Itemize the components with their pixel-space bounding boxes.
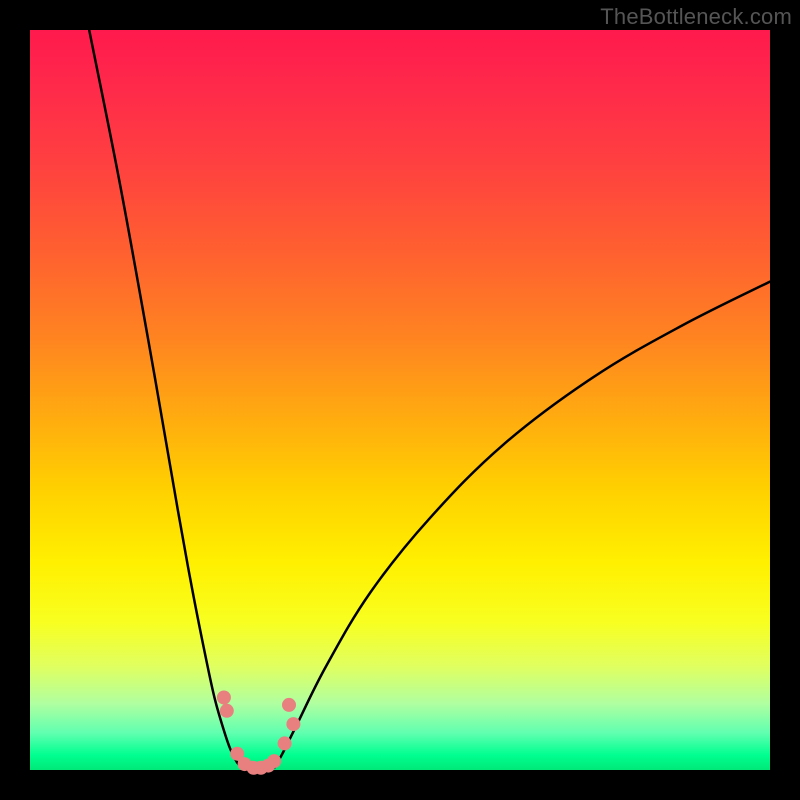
valley-dot <box>282 698 296 712</box>
right-branch-curve <box>274 282 770 768</box>
valley-dot <box>217 691 231 705</box>
left-branch-curve <box>89 30 242 768</box>
curves-layer <box>30 30 770 770</box>
valley-dot <box>267 754 281 768</box>
chart-container: TheBottleneck.com <box>0 0 800 800</box>
valley-dots <box>217 691 301 775</box>
plot-area <box>30 30 770 770</box>
valley-dot <box>220 704 234 718</box>
watermark: TheBottleneck.com <box>600 4 792 30</box>
valley-dot <box>286 717 300 731</box>
valley-dot <box>278 736 292 750</box>
